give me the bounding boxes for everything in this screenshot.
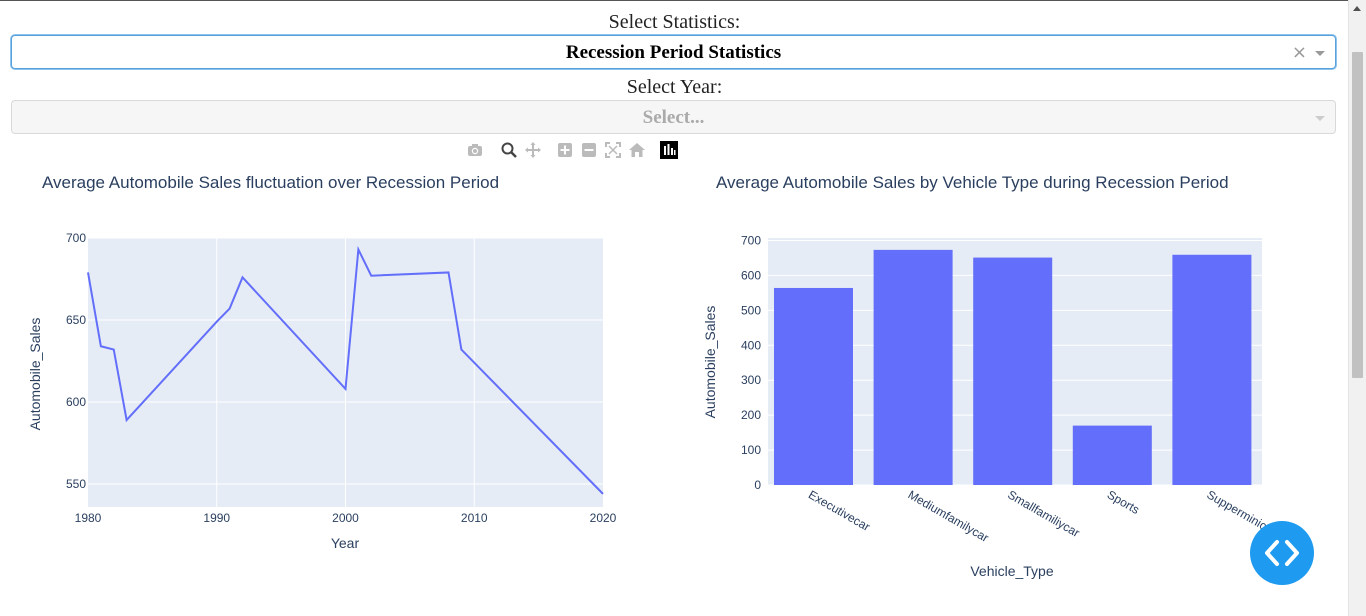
year-dropdown[interactable]: Select... (11, 100, 1336, 134)
chevron-down-icon[interactable] (1315, 116, 1325, 121)
line-chart: Average Automobile Sales fluctuation ove… (27, 173, 617, 551)
line-y-tick-label: 600 (66, 395, 86, 409)
code-toggle-button[interactable] (1250, 521, 1314, 585)
statistics-label: Select Statistics: (608, 11, 741, 33)
bar-mediumfamilycar[interactable] (873, 249, 953, 485)
line-x-tick-label: 1990 (203, 511, 230, 525)
bar-supperminicar[interactable] (1172, 254, 1252, 485)
code-brackets-icon (1265, 540, 1299, 566)
bar-y-tick-label: 0 (754, 478, 761, 492)
chevron-down-icon[interactable] (1315, 51, 1325, 56)
bar-chart-title: Average Automobile Sales by Vehicle Type… (716, 173, 1229, 192)
bar-y-tick-label: 600 (741, 268, 761, 282)
bar-x-axis-title: Vehicle_Type (970, 563, 1053, 579)
bar-y-tick-label: 200 (741, 408, 761, 422)
bar-y-tick-label: 300 (741, 373, 761, 387)
clear-icon[interactable]: × (1292, 36, 1307, 70)
bar-smallfamiliycar[interactable] (973, 257, 1053, 485)
bar-x-tick-label: Mediumfamilycar (906, 487, 992, 544)
plotly-logo-icon[interactable] (660, 141, 678, 159)
line-y-tick-label: 700 (66, 231, 86, 245)
statistics-selected-value: Recession Period Statistics (565, 42, 782, 63)
camera-icon[interactable] (466, 141, 484, 159)
line-x-axis-title: Year (331, 535, 360, 551)
bar-y-tick-label: 100 (741, 443, 761, 457)
line-y-tick-label: 650 (66, 313, 86, 327)
zoom-in-icon[interactable] (556, 141, 574, 159)
vertical-scrollbar[interactable] (1348, 0, 1366, 616)
statistics-dropdown[interactable]: Recession Period Statistics × (11, 35, 1336, 69)
bar-executivecar[interactable] (774, 287, 853, 485)
line-y-tick-label: 550 (66, 477, 86, 491)
window-top-border (0, 0, 1366, 1)
scroll-up-arrow-icon[interactable] (1353, 6, 1361, 11)
bar-x-tick-label: Executivecar (806, 487, 872, 533)
bar-x-tick-label: Smallfamiliycar (1005, 487, 1082, 539)
line-x-tick-label: 2020 (590, 511, 617, 525)
line-x-tick-label: 2010 (461, 511, 488, 525)
bar-y-tick-label: 400 (741, 338, 761, 352)
pan-icon[interactable] (524, 141, 542, 159)
bar-y-tick-label: 500 (741, 303, 761, 317)
bar-y-tick-label: 700 (741, 233, 761, 247)
line-x-tick-label: 2000 (332, 511, 359, 525)
bar-x-tick-label: Sports (1105, 487, 1142, 516)
bar-y-axis-title: Automobile_Sales (702, 306, 718, 419)
year-label: Select Year: (626, 76, 723, 98)
line-x-tick-label: 1980 (75, 511, 102, 525)
line-y-axis-title: Automobile_Sales (27, 318, 43, 431)
year-placeholder: Select... (642, 107, 705, 128)
reset-axes-icon[interactable] (628, 141, 646, 159)
zoom-out-icon[interactable] (580, 141, 598, 159)
zoom-icon[interactable] (500, 141, 518, 159)
scrollbar-thumb[interactable] (1352, 52, 1363, 378)
bar-sports[interactable] (1072, 425, 1152, 485)
line-chart-title: Average Automobile Sales fluctuation ove… (42, 173, 499, 192)
autoscale-icon[interactable] (604, 141, 622, 159)
